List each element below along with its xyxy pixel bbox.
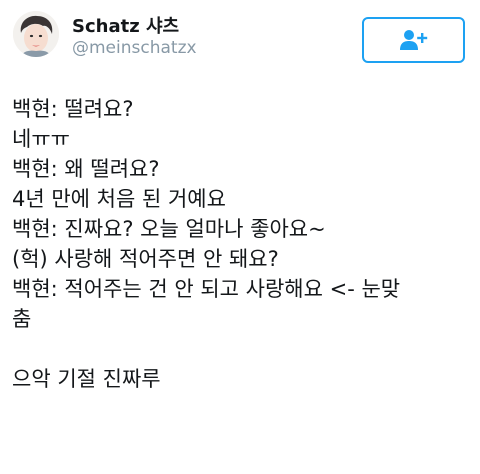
tweet-line: 백현: 떨려요? xyxy=(12,97,134,121)
tweet-line: (헉) 사랑해 적어주면 안 돼요? xyxy=(12,247,279,271)
tweet-line: 백현: 진짜요? 오늘 얼마나 좋아요~ xyxy=(12,217,326,241)
display-name[interactable]: Schatz 샤츠 xyxy=(72,12,179,38)
avatar[interactable] xyxy=(13,11,59,57)
username-handle[interactable]: @meinschatzx xyxy=(72,38,197,58)
tweet-line: 네ㅠㅠ xyxy=(12,127,70,151)
tweet-line: 춤 xyxy=(12,307,32,331)
add-user-icon xyxy=(399,30,427,50)
tweet-line: 4년 만에 처음 된 거예요 xyxy=(12,187,226,211)
tweet-line: 백현: 적어주는 건 안 되고 사랑해요 <- 눈맞 xyxy=(12,277,401,301)
tweet-line: 백현: 왜 떨려요? xyxy=(12,157,160,181)
profile-avatar-icon xyxy=(13,11,59,57)
tweet-text: 백현: 떨려요? 네ㅠㅠ 백현: 왜 떨려요? 4년 만에 처음 된 거예요 백… xyxy=(12,94,472,394)
tweet-header: Schatz 샤츠 @meinschatzx xyxy=(0,0,480,80)
tweet-line: 으악 기절 진짜루 xyxy=(12,367,161,391)
follow-button[interactable] xyxy=(362,17,465,63)
